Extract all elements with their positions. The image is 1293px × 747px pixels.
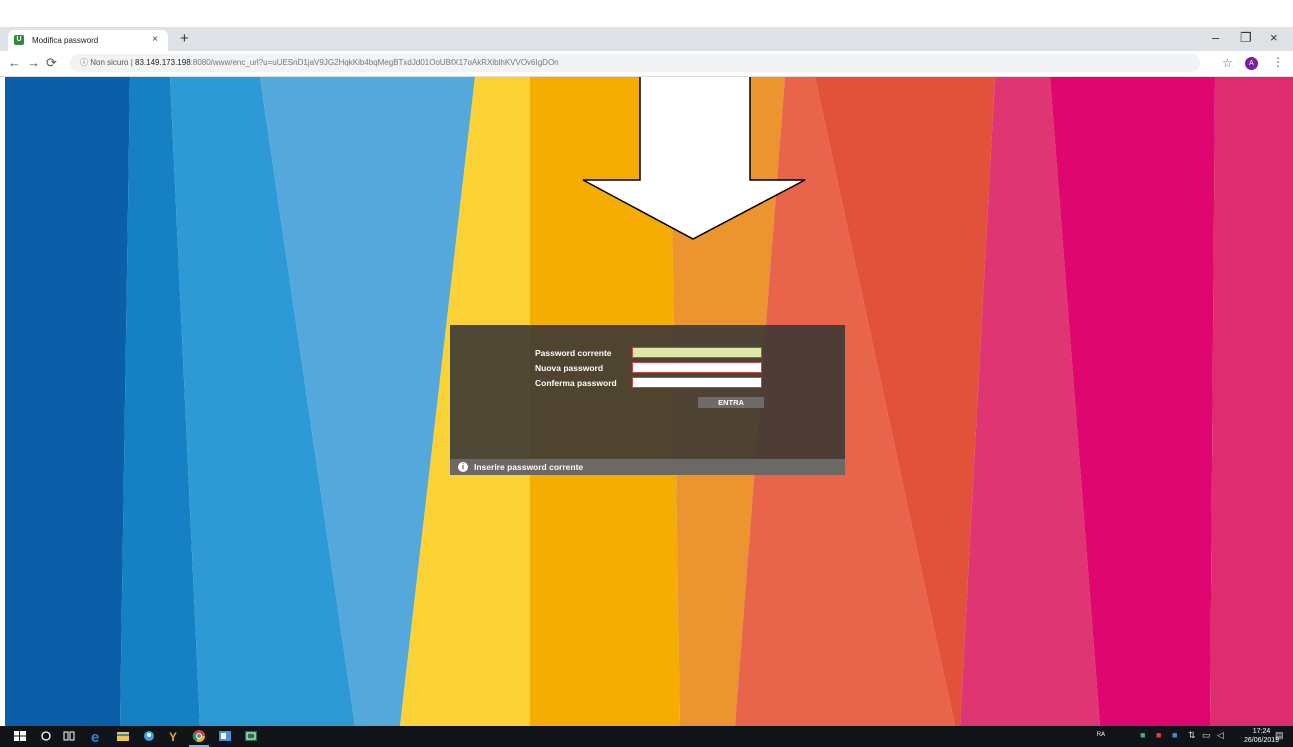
back-arrow-icon[interactable]: ← — [8, 55, 21, 70]
file-explorer-icon[interactable] — [116, 729, 130, 743]
volume-icon[interactable]: ◁ — [1217, 730, 1224, 741]
new-password-label: Nuova password — [535, 363, 604, 373]
edge-browser-icon[interactable]: e — [90, 729, 104, 743]
display-icon[interactable]: ▭ — [1202, 730, 1211, 741]
confirm-password-field[interactable] — [632, 377, 762, 388]
search-icon[interactable] — [39, 729, 53, 743]
reload-icon[interactable]: ⟳ — [46, 55, 57, 71]
change-password-panel: Password corrente Nuova password Conferm… — [450, 325, 845, 475]
submit-button[interactable]: ENTRA — [698, 397, 764, 408]
bookmark-star-icon[interactable]: ☆ — [1222, 56, 1233, 70]
info-message: Inserire password corrente — [474, 462, 584, 472]
svg-text:Y: Y — [169, 730, 177, 743]
tray-security-icon[interactable]: ■ — [1156, 730, 1161, 740]
new-password-field[interactable] — [632, 362, 762, 373]
menu-dots-icon[interactable]: ⋮ — [1272, 55, 1284, 69]
security-label: Non sicuro — [90, 58, 129, 67]
windows-start-icon[interactable] — [13, 729, 27, 743]
restore-button[interactable]: ❐ — [1240, 30, 1252, 46]
close-window-button[interactable]: × — [1270, 30, 1278, 45]
site-favicon-icon: U — [14, 35, 24, 45]
current-password-label: Password corrente — [535, 348, 612, 358]
url-host: 83.149.173.198 — [135, 58, 191, 67]
network-icon[interactable]: ⇅ — [1188, 730, 1196, 741]
tray-cloud-icon[interactable]: ■ — [1172, 730, 1177, 740]
spreadsheet-icon[interactable] — [244, 729, 258, 743]
people-tray-icon[interactable]: ᴿᴬ — [1097, 730, 1105, 740]
profile-avatar[interactable]: A — [1245, 57, 1258, 70]
address-bar: ← → ⟳ ⓘ Non sicuro | 83.149.173.198:8080… — [0, 51, 1293, 77]
forward-arrow-icon[interactable]: → — [27, 55, 40, 70]
confirm-password-label: Conferma password — [535, 378, 617, 388]
new-tab-button[interactable]: + — [180, 30, 189, 47]
svg-text:e: e — [91, 729, 99, 743]
tab-strip — [0, 27, 1293, 51]
clock-date: 26/06/2019 — [1244, 737, 1280, 744]
info-icon[interactable]: ⓘ — [80, 58, 88, 67]
info-message-bar: i Inserire password corrente — [450, 459, 845, 475]
windows-taskbar: e Y ᴿᴬ ■ ■ ■ ⇅ ▭ ◁ 17:24 26/06/2019 ▤ — [0, 726, 1293, 747]
outlook-icon[interactable] — [218, 729, 232, 743]
system-clock[interactable]: 17:24 26/06/2019 — [1244, 727, 1279, 745]
task-view-icon[interactable] — [62, 729, 76, 743]
app-y-icon[interactable]: Y — [167, 729, 181, 743]
current-password-field[interactable] — [632, 347, 762, 358]
tab-title: Modifica password — [32, 36, 99, 45]
tab-close-icon[interactable]: × — [152, 34, 158, 45]
browser-tab-bar: U Modifica password × + – ❐ × — [0, 0, 1293, 51]
clock-time: 17:24 — [1252, 728, 1271, 735]
page-content: Password corrente Nuova password Conferm… — [5, 77, 1293, 726]
info-icon: i — [458, 462, 468, 472]
notifications-icon[interactable]: ▤ — [1275, 730, 1284, 741]
browser-tab[interactable]: U Modifica password × — [8, 30, 168, 51]
url-path: :8080/www/enc_url?u=uUESnD1jaV9JG2HqkKib… — [190, 58, 559, 67]
people-icon[interactable] — [142, 729, 156, 743]
minimize-button[interactable]: – — [1212, 30, 1219, 45]
url-field[interactable]: ⓘ Non sicuro | 83.149.173.198:8080/www/e… — [70, 54, 1200, 72]
tray-app-icon[interactable]: ■ — [1140, 730, 1145, 740]
chrome-icon[interactable] — [192, 729, 206, 743]
